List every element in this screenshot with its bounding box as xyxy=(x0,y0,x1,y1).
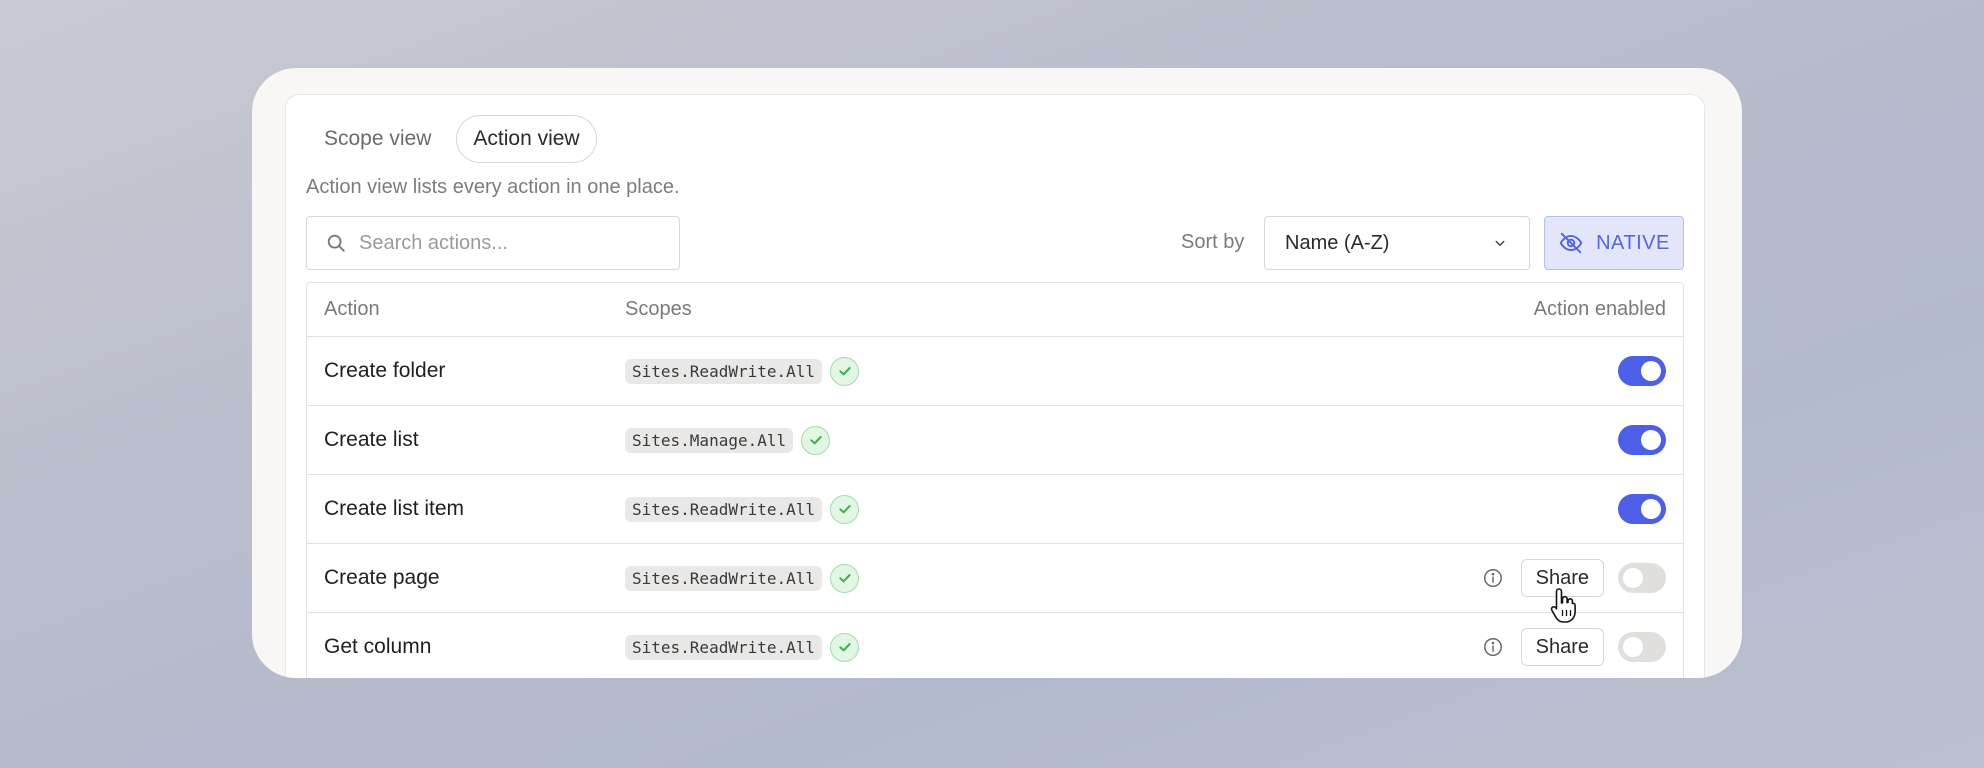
sort-label: Sort by xyxy=(1181,231,1245,253)
scope-list: Sites.Manage.All xyxy=(625,425,831,455)
row-controls xyxy=(1618,425,1666,455)
row-controls: Share xyxy=(1481,559,1666,597)
scope-list: Sites.ReadWrite.All xyxy=(625,632,860,662)
table-row: Create folder Sites.ReadWrite.All xyxy=(307,337,1683,406)
action-name: Create folder xyxy=(324,359,446,382)
chevron-down-icon xyxy=(1495,240,1505,246)
search-box[interactable] xyxy=(306,216,680,270)
action-enabled-toggle[interactable] xyxy=(1618,563,1666,593)
check-icon xyxy=(830,632,860,662)
row-controls: Share xyxy=(1481,628,1666,666)
action-enabled-toggle[interactable] xyxy=(1618,494,1666,524)
action-name: Create list item xyxy=(324,497,465,520)
native-label: NATIVE xyxy=(1596,231,1670,254)
action-enabled-toggle[interactable] xyxy=(1618,425,1666,455)
sort-selected-value: Name (A-Z) xyxy=(1285,231,1390,254)
tab-scope-view[interactable]: Scope view xyxy=(307,115,448,163)
search-icon xyxy=(327,234,345,252)
view-tabs: Scope view Action view xyxy=(307,115,597,163)
check-icon xyxy=(830,356,860,386)
check-icon xyxy=(801,425,831,455)
info-icon[interactable] xyxy=(1481,566,1505,590)
native-filter-button[interactable]: NATIVE xyxy=(1544,216,1684,270)
scope-chip: Sites.Manage.All xyxy=(625,427,794,453)
scope-list: Sites.ReadWrite.All xyxy=(625,356,860,386)
card-frame: Scope view Action view Action view lists… xyxy=(252,68,1742,678)
row-controls xyxy=(1618,494,1666,524)
scope-chip: Sites.ReadWrite.All xyxy=(625,634,823,660)
action-name: Get column xyxy=(324,635,432,658)
action-name: Create list xyxy=(324,428,419,451)
table-header: Action Scopes Action enabled xyxy=(307,283,1683,337)
actions-table: Action Scopes Action enabled Create fold… xyxy=(306,282,1684,678)
action-enabled-toggle[interactable] xyxy=(1618,632,1666,662)
table-row: Create page Sites.ReadWrite.All Share xyxy=(307,544,1683,613)
scope-chip: Sites.ReadWrite.All xyxy=(625,358,823,384)
actions-panel: Scope view Action view Action view lists… xyxy=(285,94,1705,678)
eye-off-icon xyxy=(1559,232,1583,254)
share-button[interactable]: Share xyxy=(1520,628,1604,666)
action-enabled-toggle[interactable] xyxy=(1618,356,1666,386)
header-action-enabled: Action enabled xyxy=(1533,298,1666,320)
table-row: Get column Sites.ReadWrite.All Share xyxy=(307,613,1683,678)
row-controls xyxy=(1618,356,1666,386)
check-icon xyxy=(830,563,860,593)
search-input[interactable] xyxy=(359,231,659,255)
scope-chip: Sites.ReadWrite.All xyxy=(625,496,823,522)
scope-list: Sites.ReadWrite.All xyxy=(625,494,860,524)
view-description: Action view lists every action in one pl… xyxy=(306,176,680,198)
check-icon xyxy=(830,494,860,524)
share-button[interactable]: Share xyxy=(1520,559,1604,597)
table-row: Create list item Sites.ReadWrite.All xyxy=(307,475,1683,544)
scope-chip: Sites.ReadWrite.All xyxy=(625,565,823,591)
tab-action-view[interactable]: Action view xyxy=(456,115,597,163)
scope-list: Sites.ReadWrite.All xyxy=(625,563,860,593)
action-name: Create page xyxy=(324,566,440,589)
header-scopes: Scopes xyxy=(625,298,692,320)
info-icon[interactable] xyxy=(1481,635,1505,659)
header-action: Action xyxy=(324,298,380,320)
sort-select[interactable]: Name (A-Z) xyxy=(1264,216,1530,270)
table-row: Create list Sites.Manage.All xyxy=(307,406,1683,475)
